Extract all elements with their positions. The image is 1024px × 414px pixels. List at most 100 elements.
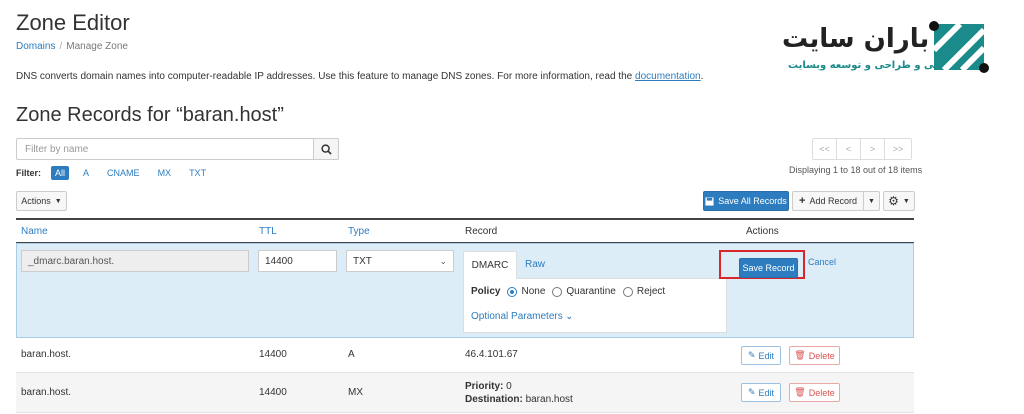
column-name[interactable]: Name: [21, 226, 48, 237]
chevron-down-icon: ⌄: [565, 311, 574, 321]
delete-label: Delete: [808, 350, 835, 361]
intro-end: .: [700, 71, 704, 82]
brand-logo: باران سایت میزبانی و طراحی و توسعه وبسای…: [778, 20, 998, 82]
type-select[interactable]: TXT ⌄: [346, 250, 454, 272]
actions-dropdown-button[interactable]: Actions ▼: [16, 191, 67, 211]
breadcrumb-separator: /: [59, 41, 63, 52]
page-title: Zone Editor: [16, 10, 130, 35]
documentation-link[interactable]: documentation: [635, 71, 701, 82]
pagination-info: Displaying 1 to 18 out of 18 items: [789, 165, 923, 175]
filter-all[interactable]: All: [51, 166, 70, 180]
delete-button[interactable]: 🗑 Delete: [789, 346, 840, 365]
trash-icon: 🗑: [794, 387, 806, 397]
radio-selected-icon: [507, 286, 518, 297]
add-record-button[interactable]: + Add Record: [792, 191, 864, 211]
priority-value: 0: [506, 381, 512, 392]
dmarc-tab-content: Policy None Quarantine Reject Optional P…: [463, 278, 727, 333]
policy-option-none[interactable]: None: [507, 286, 545, 297]
save-record-highlight: Save Record: [719, 250, 805, 279]
table-header: Name TTL Type Record Actions: [16, 218, 914, 243]
mx-destination: Destination: baran.host: [465, 393, 573, 406]
name-field[interactable]: _dmarc.baran.host.: [21, 250, 249, 272]
row-name: baran.host.: [21, 387, 72, 398]
caret-down-icon: ▼: [54, 197, 62, 205]
prev-page-button[interactable]: <: [836, 138, 861, 160]
radio-icon: [622, 286, 633, 297]
filter-a[interactable]: A: [79, 166, 93, 180]
priority-label: Priority:: [465, 381, 504, 392]
caret-down-icon: ▼: [868, 197, 875, 205]
row-type: A: [348, 349, 355, 360]
policy-option-quarantine[interactable]: Quarantine: [552, 286, 616, 297]
pagination: << < > >>: [812, 138, 912, 160]
logo-title: باران سایت: [782, 24, 930, 54]
add-record-dropdown-button[interactable]: ▼: [863, 191, 880, 211]
policy-group: Policy None Quarantine Reject: [471, 286, 665, 297]
add-record-label: Add Record: [809, 196, 857, 206]
destination-label: Destination:: [465, 394, 523, 405]
edit-button[interactable]: ✎ Edit: [741, 383, 781, 402]
column-actions: Actions: [746, 226, 779, 237]
edit-label: Edit: [758, 387, 775, 398]
floppy-disk-icon: [705, 196, 714, 206]
trash-icon: 🗑: [794, 350, 806, 360]
policy-reject-label: Reject: [636, 286, 666, 297]
row-ttl: 14400: [259, 387, 287, 398]
edit-record-row: _dmarc.baran.host. 14400 TXT ⌄ DMARC Raw…: [16, 243, 914, 338]
delete-label: Delete: [808, 387, 835, 398]
filter-label: Filter:: [16, 168, 42, 178]
settings-dropdown-button[interactable]: ⚙ ▼: [883, 191, 915, 211]
edit-button[interactable]: ✎ Edit: [741, 346, 781, 365]
breadcrumb-domains-link[interactable]: Domains: [16, 41, 55, 52]
policy-option-reject[interactable]: Reject: [622, 286, 666, 297]
last-page-button[interactable]: >>: [884, 138, 912, 160]
cancel-link[interactable]: Cancel: [808, 257, 836, 267]
row-name: baran.host.: [21, 349, 72, 360]
save-all-records-button[interactable]: Save All Records: [703, 191, 789, 211]
caret-down-icon: ▼: [902, 197, 910, 205]
tab-dmarc[interactable]: DMARC: [463, 251, 517, 279]
policy-quarantine-label: Quarantine: [566, 286, 616, 297]
edit-label: Edit: [758, 350, 775, 361]
mx-priority: Priority: 0: [465, 380, 573, 393]
column-type[interactable]: Type: [348, 226, 370, 237]
policy-none-label: None: [521, 286, 546, 297]
plus-icon: +: [799, 195, 806, 207]
actions-label: Actions: [21, 196, 51, 206]
record-editor-panel: DMARC Raw Policy None Quarantine Reject …: [463, 251, 727, 333]
save-all-label: Save All Records: [718, 196, 787, 206]
policy-label: Policy: [471, 286, 501, 297]
table-row: baran.host. 14400 MX Priority: 0 Destina…: [16, 373, 914, 413]
search-icon: [320, 143, 332, 155]
logo-mark-icon: [929, 21, 989, 73]
type-select-value: TXT: [353, 255, 372, 267]
filter-mx[interactable]: MX: [154, 166, 176, 180]
filter-txt[interactable]: TXT: [185, 166, 210, 180]
zone-records-heading: Zone Records for “baran.host”: [16, 104, 284, 126]
row-ttl: 14400: [259, 349, 287, 360]
gear-icon: ⚙: [888, 194, 899, 208]
ttl-field[interactable]: 14400: [258, 250, 337, 272]
column-record: Record: [465, 226, 498, 237]
table-row: baran.host. 14400 A 46.4.101.67 ✎ Edit 🗑…: [16, 338, 914, 373]
filter-input[interactable]: [16, 138, 314, 160]
search-button[interactable]: [313, 138, 339, 160]
column-ttl[interactable]: TTL: [259, 226, 277, 237]
chevron-down-icon: ⌄: [439, 256, 447, 266]
tab-raw[interactable]: Raw: [525, 259, 545, 270]
first-page-button[interactable]: <<: [812, 138, 837, 160]
next-page-button[interactable]: >: [860, 138, 885, 160]
optional-parameters-toggle[interactable]: Optional Parameters ⌄: [471, 311, 573, 322]
save-record-button[interactable]: Save Record: [739, 258, 798, 278]
breadcrumb-current: Manage Zone: [66, 41, 128, 52]
radio-icon: [552, 286, 563, 297]
pencil-icon: ✎: [747, 350, 756, 360]
filter-cname[interactable]: CNAME: [103, 166, 144, 180]
row-record: Priority: 0 Destination: baran.host: [465, 380, 573, 406]
delete-button[interactable]: 🗑 Delete: [789, 383, 840, 402]
optional-parameters-label: Optional Parameters: [471, 311, 563, 322]
breadcrumb: Domains / Manage Zone: [16, 41, 128, 52]
intro-description: DNS converts domain names into computer-…: [16, 71, 633, 82]
row-record: 46.4.101.67: [465, 349, 518, 360]
pencil-icon: ✎: [747, 387, 756, 397]
